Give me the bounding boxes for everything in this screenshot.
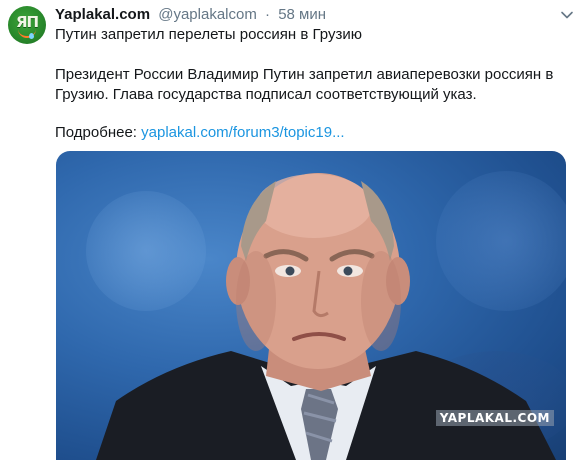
tweet-body: Президент России Владимир Путин запретил… [55, 66, 554, 103]
more-link[interactable]: yaplakal.com/forum3/topic19... [141, 124, 344, 141]
avatar[interactable]: ЯП [8, 6, 46, 44]
tweet-media-image[interactable]: YAPLAKAL.COM [56, 151, 566, 460]
author-handle[interactable]: @yaplakalcom [158, 6, 257, 23]
avatar-drop-icon [29, 33, 34, 39]
tweet[interactable]: ЯП Yaplakal.com @yaplakalcom · 58 мин Пу… [0, 0, 581, 460]
chevron-down-icon[interactable] [560, 8, 574, 22]
more-label: Подробнее: [55, 124, 137, 141]
tweet-more: Подробнее: yaplakal.com/forum3/topic19..… [55, 123, 570, 143]
tweet-headline: Путин запретил перелеты россиян в Грузию [55, 26, 362, 43]
tweet-header: Yaplakal.com @yaplakalcom · 58 мин [55, 5, 326, 25]
author-name[interactable]: Yaplakal.com [55, 6, 150, 23]
media-watermark: YAPLAKAL.COM [435, 410, 554, 426]
tweet-timestamp[interactable]: 58 мин [278, 6, 326, 23]
separator-dot: · [265, 6, 271, 23]
